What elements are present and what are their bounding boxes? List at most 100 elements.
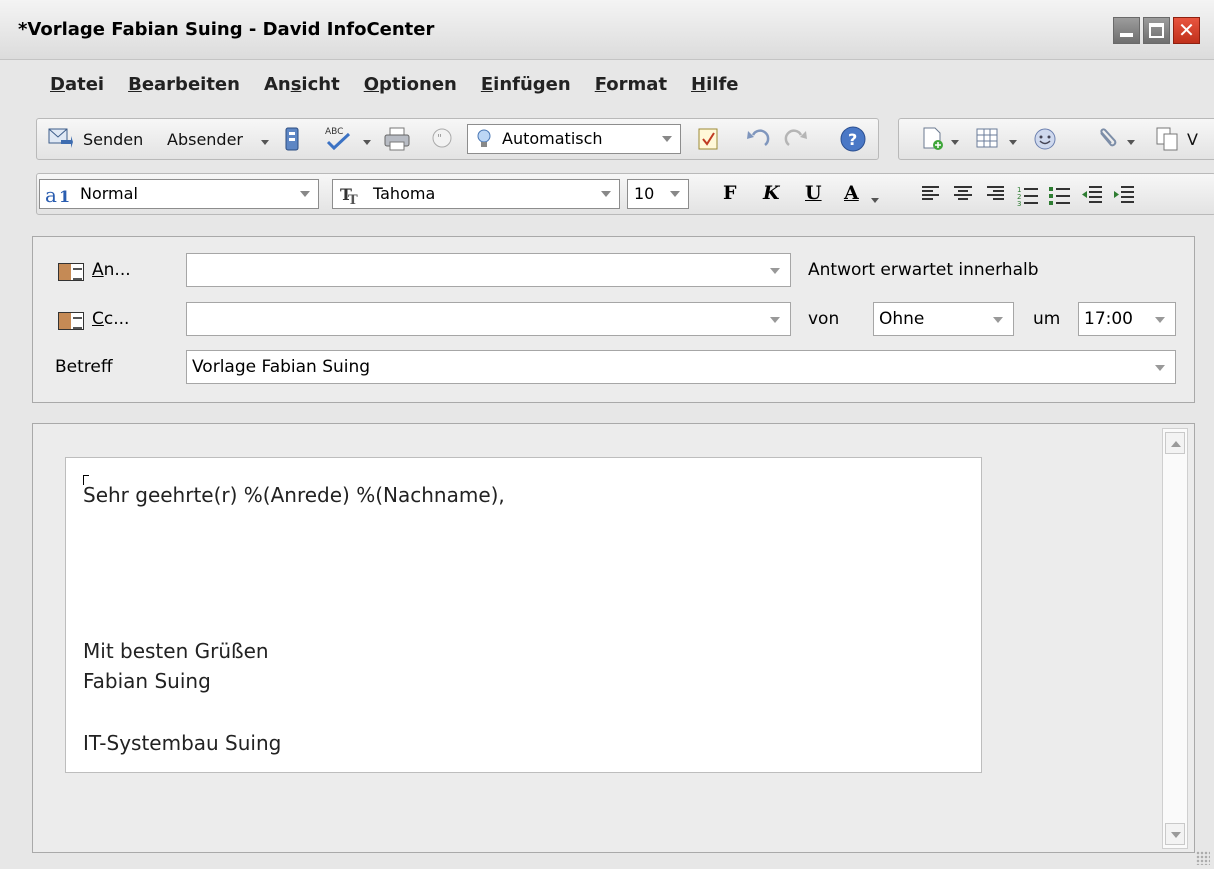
- numbered-list-icon[interactable]: 123: [1017, 184, 1039, 206]
- svg-text:a: a: [45, 183, 57, 206]
- title-bar: *Vorlage Fabian Suing - David InfoCenter…: [0, 0, 1214, 60]
- menu-bearbeiten[interactable]: Bearbeiten: [116, 70, 252, 100]
- help-icon[interactable]: ?: [839, 125, 867, 153]
- style-select[interactable]: a1 Normal: [39, 179, 319, 209]
- resize-grip-icon[interactable]: [1196, 851, 1210, 865]
- print-icon[interactable]: [383, 126, 411, 152]
- vertical-scrollbar[interactable]: [1162, 428, 1188, 849]
- message-header: An... Antwort erwartet innerhalb Cc... v…: [32, 236, 1195, 403]
- menu-label: icht: [301, 74, 340, 95]
- underline-button[interactable]: U: [805, 182, 822, 204]
- message-editor[interactable]: Sehr geehrte(r) %(Anrede) %(Nachname), M…: [65, 457, 982, 773]
- minimize-icon: [1120, 33, 1133, 37]
- table-dropdown-icon[interactable]: [1009, 138, 1017, 146]
- menu-bar: Datei Bearbeiten Ansicht Optionen Einfüg…: [38, 70, 751, 100]
- menu-ansicht[interactable]: Ansicht: [252, 70, 352, 100]
- increase-indent-icon[interactable]: [1113, 184, 1135, 206]
- scroll-down-button[interactable]: [1165, 823, 1185, 845]
- attachment-dropdown-icon[interactable]: [1127, 138, 1135, 146]
- copy-icon[interactable]: [1155, 126, 1179, 152]
- quote-icon[interactable]: ": [431, 127, 453, 149]
- priority-value: Automatisch: [502, 129, 603, 148]
- font-color-button[interactable]: A: [844, 182, 859, 204]
- font-color-dropdown-icon[interactable]: [871, 196, 879, 204]
- address-book-icon[interactable]: [283, 126, 301, 152]
- menu-mnemonic: H: [691, 74, 707, 95]
- style-icon: a1: [45, 183, 70, 206]
- close-button[interactable]: ✕: [1173, 17, 1200, 44]
- redo-icon[interactable]: [783, 127, 809, 149]
- font-select[interactable]: TT Tahoma: [332, 179, 620, 209]
- style-value: Normal: [80, 184, 138, 203]
- period-select[interactable]: Ohne: [873, 302, 1014, 336]
- overflow-label[interactable]: V: [1187, 130, 1198, 149]
- menu-label: ptionen: [379, 74, 457, 95]
- new-document-icon[interactable]: [921, 126, 945, 152]
- align-center-icon[interactable]: [953, 184, 973, 204]
- menu-datei[interactable]: Datei: [38, 70, 116, 100]
- at-label: um: [1033, 309, 1061, 329]
- menu-mnemonic: D: [50, 74, 65, 95]
- menu-optionen[interactable]: Optionen: [352, 70, 469, 100]
- svg-text:1: 1: [59, 187, 70, 206]
- menu-label: atei: [64, 74, 105, 95]
- chevron-down-icon: [993, 317, 1003, 323]
- align-left-icon[interactable]: [921, 184, 941, 204]
- font-size-value: 10: [634, 184, 655, 203]
- to-label[interactable]: An...: [92, 260, 131, 280]
- subject-label: Betreff: [55, 357, 113, 377]
- to-label-text: n...: [103, 260, 131, 280]
- send-button[interactable]: Senden: [83, 130, 143, 149]
- menu-mnemonic: F: [594, 74, 607, 95]
- align-right-icon[interactable]: [985, 184, 1005, 204]
- sender-dropdown-icon[interactable]: [261, 138, 269, 146]
- spellcheck-icon[interactable]: ABC: [323, 124, 353, 152]
- chevron-down-icon: [1155, 317, 1165, 323]
- priority-select[interactable]: Automatisch: [467, 124, 681, 154]
- svg-text:?: ?: [848, 130, 857, 149]
- smiley-icon[interactable]: [1033, 127, 1057, 151]
- subject-value: Vorlage Fabian Suing: [192, 357, 371, 377]
- menu-einfuegen[interactable]: Einfügen: [469, 70, 583, 100]
- send-icon[interactable]: [47, 126, 73, 150]
- decrease-indent-icon[interactable]: [1081, 184, 1103, 206]
- minimize-button[interactable]: [1113, 17, 1140, 44]
- menu-format[interactable]: Format: [583, 70, 679, 100]
- window-controls: ✕: [1113, 17, 1200, 44]
- table-icon[interactable]: [975, 127, 999, 149]
- task-icon[interactable]: [697, 126, 719, 152]
- period-value: Ohne: [879, 309, 925, 329]
- menu-label: An: [263, 74, 291, 95]
- bullet-list-icon[interactable]: [1049, 184, 1071, 206]
- spellcheck-dropdown-icon[interactable]: [363, 138, 371, 146]
- to-field[interactable]: [186, 253, 791, 287]
- address-card-icon[interactable]: [58, 263, 84, 281]
- menu-hilfe[interactable]: Hilfe: [679, 70, 750, 100]
- menu-mnemonic: s: [290, 74, 302, 95]
- font-size-select[interactable]: 10: [627, 179, 689, 209]
- undo-icon[interactable]: [745, 127, 771, 149]
- time-select[interactable]: 17:00: [1078, 302, 1176, 336]
- new-document-dropdown-icon[interactable]: [951, 138, 959, 146]
- chevron-down-icon: [770, 268, 780, 274]
- svg-text:3: 3: [1017, 200, 1021, 206]
- italic-button[interactable]: K: [763, 182, 780, 204]
- maximize-button[interactable]: [1143, 17, 1170, 44]
- chevron-down-icon: [770, 317, 780, 323]
- cc-field[interactable]: [186, 302, 791, 336]
- attachment-icon[interactable]: [1095, 127, 1119, 151]
- bold-button[interactable]: F: [723, 182, 737, 204]
- cc-label[interactable]: Cc...: [92, 309, 129, 329]
- scroll-up-button[interactable]: [1165, 432, 1185, 454]
- menu-label: ormat: [606, 74, 668, 95]
- signature-name: Fabian Suing: [83, 669, 211, 693]
- cc-label-text: c...: [103, 309, 130, 329]
- subject-field[interactable]: Vorlage Fabian Suing: [186, 350, 1176, 384]
- chevron-down-icon: [1155, 365, 1165, 371]
- menu-label: ilfe: [706, 74, 739, 95]
- closing-line: Mit besten Grüßen: [83, 639, 269, 663]
- menu-mnemonic: E: [480, 74, 494, 95]
- standard-toolbar: Senden Absender ABC " Automatisch ?: [36, 118, 879, 160]
- address-card-icon[interactable]: [58, 312, 84, 330]
- sender-button[interactable]: Absender: [167, 130, 243, 149]
